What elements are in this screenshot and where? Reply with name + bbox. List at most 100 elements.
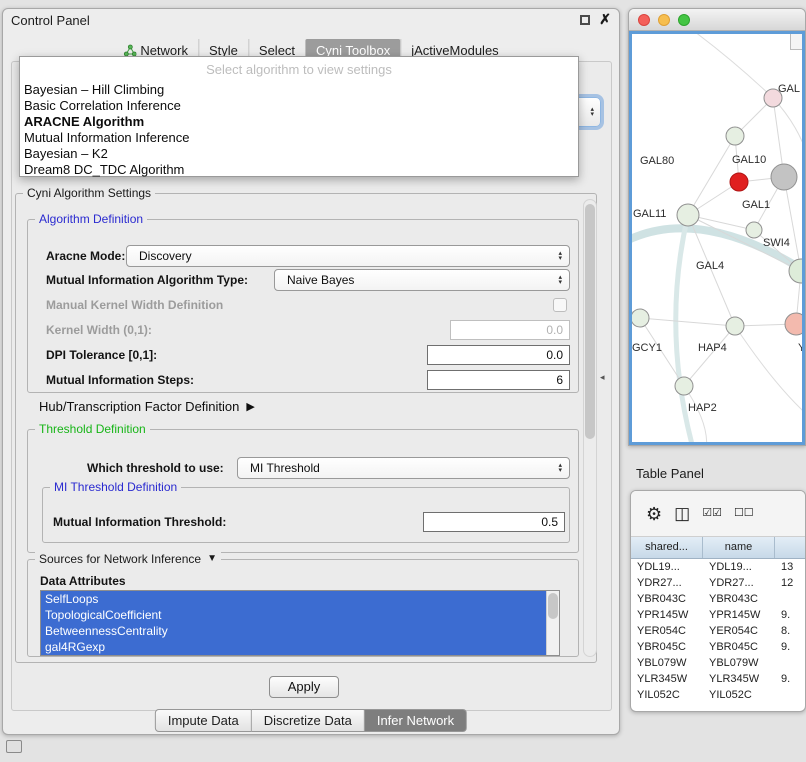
mi-threshold-field[interactable]: 0.5	[423, 512, 565, 532]
table-cell: YLR345W	[631, 671, 703, 687]
attribute-item-betweennesscentrality[interactable]: BetweennessCentrality	[41, 623, 546, 639]
table-row[interactable]: YDR27...YDR27...12	[631, 575, 805, 591]
scrollbar-corner	[790, 34, 802, 50]
table-cell: YPR145W	[631, 607, 703, 623]
tab-infer-network[interactable]: Infer Network	[365, 709, 467, 732]
aracne-mode-select[interactable]: Discovery ▴▾	[126, 245, 570, 267]
sources-group: Sources for Network Inference ▼ Data Att…	[27, 559, 579, 657]
table-row[interactable]: YER054CYER054C8.	[631, 623, 805, 639]
control-panel-titlebar[interactable]: Control Panel ✗	[3, 9, 619, 31]
network-node[interactable]	[677, 204, 699, 226]
data-attributes-list: SelfLoopsTopologicalCoefficientBetweenne…	[40, 590, 560, 656]
node-label: GAL	[778, 83, 800, 95]
network-edge	[687, 34, 773, 98]
dropdown-item-dream8-dc-tdc-algorithm[interactable]: Dream8 DC_TDC Algorithm	[20, 162, 578, 178]
hub-definition-toggle[interactable]: Hub/Transcription Factor Definition ▶	[39, 399, 255, 414]
table-cell	[775, 687, 805, 703]
dpi-tolerance-label: DPI Tolerance [0,1]:	[46, 348, 157, 362]
table-cell: YDR27...	[631, 575, 703, 591]
mi-steps-field[interactable]: 6	[427, 370, 570, 390]
zoom-window-icon[interactable]	[678, 14, 690, 26]
table-row[interactable]: YBR043CYBR043C	[631, 591, 805, 607]
combo-arrows-icon: ▴▾	[590, 107, 594, 117]
minimize-window-icon[interactable]	[658, 14, 670, 26]
list-scrollbar[interactable]	[546, 591, 559, 655]
table-cell: 9.	[775, 671, 805, 687]
close-window-icon[interactable]: ✗	[599, 13, 611, 26]
mi-type-select[interactable]: Naive Bayes ▴▾	[274, 269, 570, 291]
column-layout-icon[interactable]: ◫	[674, 505, 690, 522]
attribute-item-topologicalcoefficient[interactable]: TopologicalCoefficient	[41, 607, 546, 623]
tab-impute-data[interactable]: Impute Data	[155, 709, 252, 732]
table-cell: 8.	[775, 623, 805, 639]
dropdown-item-aracne-algorithm[interactable]: ARACNE Algorithm	[20, 114, 578, 130]
column-header-2[interactable]: name	[703, 537, 775, 558]
table-cell	[775, 591, 805, 607]
table-row[interactable]: YIL052CYIL052C	[631, 687, 805, 703]
dropdown-item-list: Bayesian – Hill ClimbingBasic Correlatio…	[20, 82, 578, 178]
mi-steps-label: Mutual Information Steps:	[46, 373, 194, 387]
dropdown-item-mutual-information-inference[interactable]: Mutual Information Inference	[20, 130, 578, 146]
hide-all-columns-icon[interactable]: ☐☐	[734, 508, 754, 519]
attribute-item-gal4rgexp[interactable]: gal4RGexp	[41, 639, 546, 655]
network-node[interactable]	[632, 309, 649, 327]
table-row[interactable]: YPR145WYPR145W9.	[631, 607, 805, 623]
column-header-3[interactable]	[775, 537, 806, 558]
node-label: GCY1	[632, 342, 662, 354]
table-row[interactable]: YLR345WYLR345W9.	[631, 671, 805, 687]
table-cell: YBR045C	[703, 639, 775, 655]
manual-kernel-checkbox[interactable]	[553, 298, 567, 312]
algorithm-definition-title: Algorithm Definition	[35, 212, 147, 226]
dpi-tolerance-field[interactable]: 0.0	[427, 345, 570, 365]
network-node[interactable]	[785, 313, 804, 335]
hub-definition-label: Hub/Transcription Factor Definition	[39, 399, 239, 414]
network-edge	[688, 136, 735, 215]
table-cell: YLR345W	[703, 671, 775, 687]
dropdown-placeholder: Select algorithm to view settings	[20, 57, 578, 82]
network-node[interactable]	[746, 222, 762, 238]
float-window-icon[interactable]	[580, 15, 590, 25]
network-node[interactable]	[675, 377, 693, 395]
data-attributes-label: Data Attributes	[40, 574, 126, 588]
show-all-columns-icon[interactable]: ☑☑	[702, 508, 722, 519]
scrollbar-thumb[interactable]	[585, 204, 595, 439]
sources-group-toggle[interactable]: Sources for Network Inference ▼	[35, 552, 221, 566]
column-header-1[interactable]: shared...	[631, 537, 703, 558]
dropdown-item-bayesian-hill-climbing[interactable]: Bayesian – Hill Climbing	[20, 82, 578, 98]
kernel-width-field[interactable]: 0.0	[450, 320, 570, 340]
table-row[interactable]: YBR045CYBR045C9.	[631, 639, 805, 655]
network-graph: GALGAL80GAL10GAL11GAL1SWI4GAL4GCY1HAP4YH…	[632, 34, 804, 444]
combo-arrows-icon: ▴▾	[558, 251, 562, 261]
node-label: GAL10	[732, 154, 766, 166]
scrollbar-thumb[interactable]	[548, 593, 558, 619]
table-cell: 12	[775, 575, 805, 591]
table-row[interactable]: YBL079WYBL079W	[631, 655, 805, 671]
network-window-titlebar[interactable]	[629, 9, 805, 31]
network-node[interactable]	[726, 127, 744, 145]
splitter-collapse-icon[interactable]: ◂	[600, 372, 605, 383]
network-canvas[interactable]: GALGAL80GAL10GAL11GAL1SWI4GAL4GCY1HAP4YH…	[629, 31, 805, 445]
network-node[interactable]	[726, 317, 744, 335]
close-window-icon[interactable]	[638, 14, 650, 26]
node-label: GAL4	[696, 260, 724, 272]
dropdown-item-basic-correlation-inference[interactable]: Basic Correlation Inference	[20, 98, 578, 114]
window-title: Control Panel	[11, 13, 90, 28]
tab-discretize-data[interactable]: Discretize Data	[252, 709, 365, 732]
table-row[interactable]: YDL19...YDL19...13	[631, 559, 805, 575]
algorithm-definition-group: Algorithm Definition Aracne Mode: Discov…	[27, 219, 579, 393]
dropdown-item-bayesian-k2[interactable]: Bayesian – K2	[20, 146, 578, 162]
table-cell: YPR145W	[703, 607, 775, 623]
network-edge	[684, 326, 735, 386]
which-threshold-select[interactable]: MI Threshold ▴▾	[237, 457, 570, 479]
attribute-item-selfloops[interactable]: SelfLoops	[41, 591, 546, 607]
network-node[interactable]	[730, 173, 748, 191]
mi-threshold-label: Mutual Information Threshold:	[53, 515, 226, 529]
minimized-panel-icon[interactable]	[6, 740, 22, 753]
network-node[interactable]	[771, 164, 797, 190]
settings-gear-icon[interactable]: ⚙	[646, 505, 662, 523]
settings-scrollbar[interactable]	[583, 199, 597, 657]
apply-button[interactable]: Apply	[269, 676, 339, 698]
node-label: GAL11	[633, 208, 666, 220]
threshold-definition-title: Threshold Definition	[35, 422, 150, 436]
aracne-mode-value: Discovery	[139, 249, 192, 263]
